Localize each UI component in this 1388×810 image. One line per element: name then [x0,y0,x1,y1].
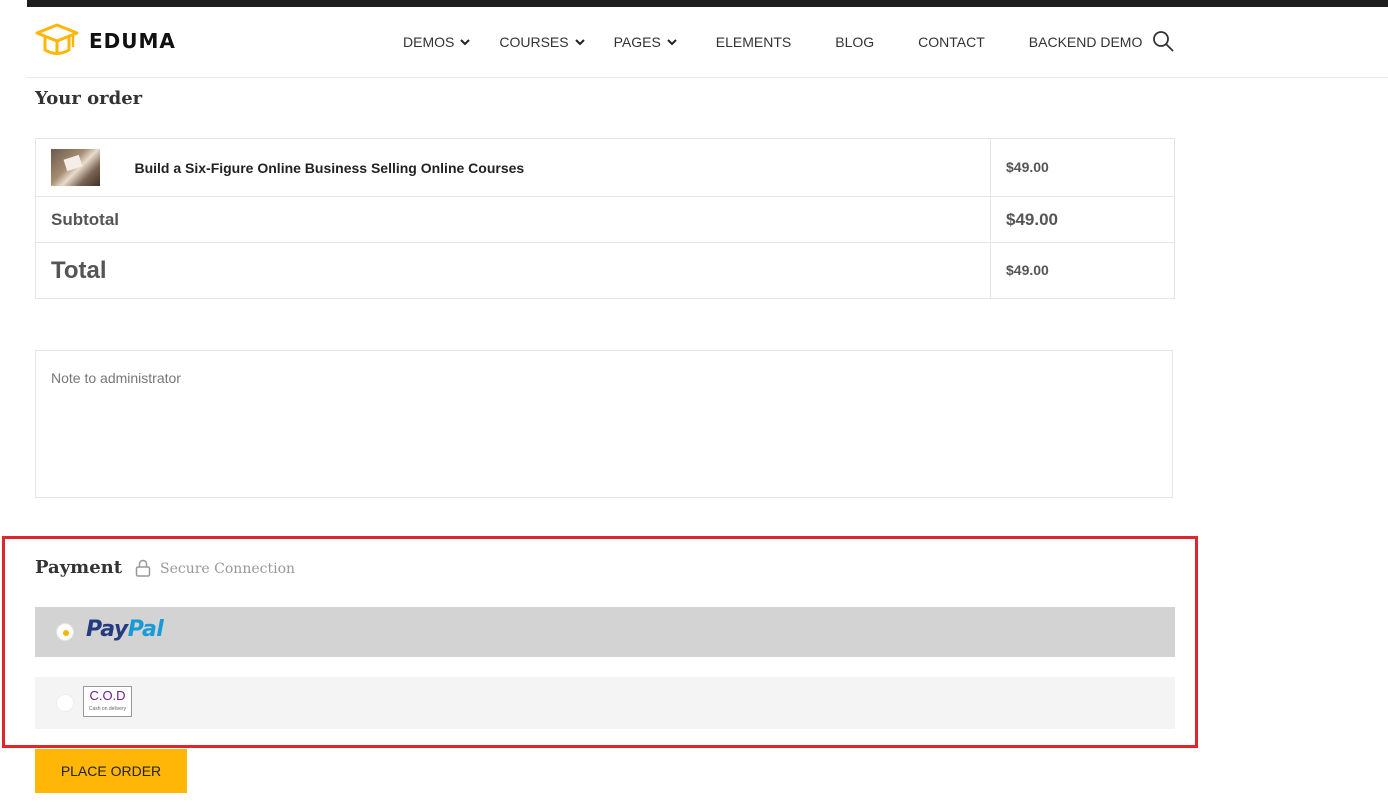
course-title[interactable]: Build a Six-Figure Online Business Selli… [134,160,524,176]
subtotal-value: $49.00 [1006,209,1058,229]
site-logo[interactable]: EDUMA [35,23,176,59]
cod-radio[interactable] [56,694,74,712]
nav-label: COURSES [499,34,569,50]
nav-item-blog[interactable]: BLOG [835,34,874,50]
nav-item-pages[interactable]: PAGES [614,34,677,50]
place-order-button[interactable]: PLACE ORDER [35,749,187,793]
nav-label: CONTACT [918,34,985,50]
paypal-logo: PayPal [86,617,164,642]
total-label: Total [51,256,107,284]
nav-label: ELEMENTS [715,34,792,50]
table-row: Build a Six-Figure Online Business Selli… [35,138,1175,197]
graduation-cap-icon [35,23,79,55]
total-value: $49.00 [1006,261,1049,278]
paypal-radio[interactable] [56,623,74,641]
item-price: $49.00 [1006,158,1049,175]
nav-item-courses[interactable]: COURSES [499,34,585,50]
nav-item-elements[interactable]: ELEMENTS [716,34,791,50]
nav-label: DEMOS [403,34,455,50]
subtotal-label: Subtotal [51,209,119,229]
nav-item-backend-demo[interactable]: BACKEND DEMO [1029,34,1143,50]
payment-method-paypal[interactable]: PayPal [35,607,1175,657]
cod-logo: C.O.D Cash on delivery [83,686,132,717]
nav-item-demos[interactable]: DEMOS [403,34,471,50]
order-table: Build a Six-Figure Online Business Selli… [35,138,1175,299]
nav-label: PAGES [613,34,661,50]
note-to-administrator-field[interactable] [36,351,1172,497]
table-row: Subtotal $49.00 [35,196,1175,243]
payment-title: Payment [35,557,123,578]
chevron-down-icon [574,39,585,46]
secure-connection-label: Secure Connection [160,561,296,577]
chevron-down-icon [667,39,677,46]
search-icon[interactable] [1152,30,1174,52]
chevron-down-icon [460,39,471,46]
nav-item-contact[interactable]: CONTACT [918,34,985,50]
order-heading: Your order [35,88,143,109]
lock-icon [135,559,151,577]
nav-label: BLOG [835,34,875,50]
main-nav: DEMOS COURSES PAGES ELEMENTS BLOG CONTAC… [403,7,1142,77]
cod-logo-main: C.O.D [89,688,126,703]
note-box [35,350,1173,498]
site-header: EDUMA DEMOS COURSES PAGES ELEMENTS BLOG … [27,7,1388,78]
top-bar [27,0,1388,7]
logo-text: EDUMA [89,29,176,53]
nav-label: BACKEND DEMO [1028,34,1143,50]
course-thumbnail[interactable] [51,149,100,186]
table-row: Total $49.00 [35,242,1175,299]
cod-logo-sub: Cash on delivery [88,706,127,712]
payment-method-cod[interactable]: C.O.D Cash on delivery [35,677,1175,729]
